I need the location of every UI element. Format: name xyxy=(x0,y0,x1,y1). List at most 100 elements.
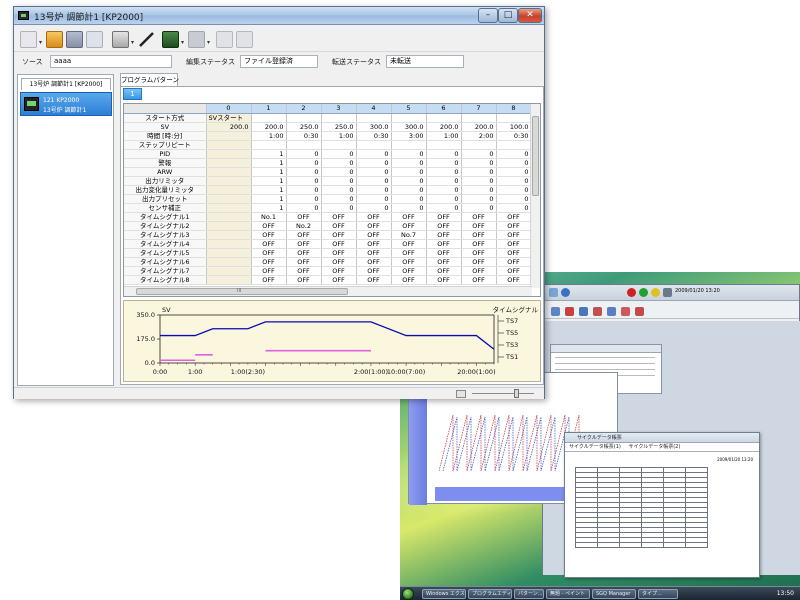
minimize-button[interactable]: – xyxy=(478,8,498,23)
table-cell[interactable]: 0 xyxy=(496,176,532,186)
table-cell[interactable]: 0 xyxy=(496,203,532,213)
print-icon[interactable] xyxy=(112,31,129,48)
taskbar-item[interactable]: Windows エクスプ... xyxy=(422,589,466,599)
row-header[interactable]: タイムシグナル1 xyxy=(124,212,207,222)
row-header[interactable]: 出力プリセット xyxy=(124,194,207,204)
zoom-slider-track[interactable] xyxy=(472,393,534,394)
table-cell[interactable]: OFF xyxy=(286,266,322,276)
table-cell[interactable]: 0 xyxy=(426,149,462,159)
table-cell[interactable]: 0 xyxy=(321,194,357,204)
table-cell[interactable]: 0 xyxy=(461,176,497,186)
table-cell[interactable]: 0 xyxy=(321,185,357,195)
scroll-thumb[interactable] xyxy=(532,116,539,196)
table-cell[interactable]: 0 xyxy=(461,194,497,204)
table-cell[interactable]: OFF xyxy=(426,266,462,276)
table-cell[interactable]: 0 xyxy=(356,185,392,195)
table-cell[interactable]: 0 xyxy=(286,203,322,213)
table-cell[interactable]: OFF xyxy=(251,275,287,285)
table-cell[interactable]: OFF xyxy=(321,248,357,258)
table-cell[interactable]: 300.0 xyxy=(356,122,392,132)
export-tool-icon[interactable] xyxy=(635,307,644,316)
table-cell[interactable] xyxy=(356,140,392,150)
table-cell[interactable]: No.1 xyxy=(251,212,287,222)
column-header-3[interactable]: 3 xyxy=(321,104,357,114)
row-header[interactable]: タイムシグナル8 xyxy=(124,275,207,285)
tab-report-2[interactable]: サイクルデータ帳票(2) xyxy=(628,444,680,450)
table-cell[interactable]: OFF xyxy=(461,212,497,222)
table-cell[interactable]: OFF xyxy=(496,266,532,276)
row-header[interactable]: タイムシグナル3 xyxy=(124,230,207,240)
table-cell[interactable]: OFF xyxy=(286,248,322,258)
table-cell[interactable]: SVスタート xyxy=(206,113,252,123)
row-header[interactable]: 時間 [時:分] xyxy=(124,131,207,141)
row-header[interactable]: ARW xyxy=(124,167,207,177)
table-cell[interactable]: OFF xyxy=(356,221,392,231)
table-cell[interactable]: No.7 xyxy=(391,230,427,240)
taskbar-item[interactable]: SGQ Manager xyxy=(592,589,636,599)
help-icon[interactable] xyxy=(561,288,570,297)
table-cell[interactable] xyxy=(391,140,427,150)
table-cell[interactable]: 0:30 xyxy=(356,131,392,141)
table-cell[interactable]: OFF xyxy=(426,239,462,249)
table-cell[interactable]: 0 xyxy=(356,167,392,177)
table-cell[interactable] xyxy=(251,113,287,123)
table-cell[interactable] xyxy=(286,113,322,123)
table-cell[interactable]: 250.0 xyxy=(286,122,322,132)
table-cell[interactable]: 0 xyxy=(426,176,462,186)
table-cell[interactable] xyxy=(206,149,252,159)
table-cell[interactable]: OFF xyxy=(321,221,357,231)
table-cell[interactable]: 1 xyxy=(251,149,287,159)
table-cell[interactable]: OFF xyxy=(461,275,497,285)
table-cell[interactable]: 0 xyxy=(391,149,427,159)
chevron-down-icon[interactable]: ▾ xyxy=(131,39,134,46)
table-cell[interactable]: 0 xyxy=(426,158,462,168)
row-header[interactable]: スタート方式 xyxy=(124,113,207,123)
table-cell[interactable]: 0 xyxy=(286,167,322,177)
table-cell[interactable]: 1:00 xyxy=(251,131,287,141)
table-tool-icon[interactable] xyxy=(579,307,588,316)
table-cell[interactable]: 1:00 xyxy=(426,131,462,141)
row-header[interactable]: タイムシグナル6 xyxy=(124,257,207,267)
tab-program-pattern[interactable]: プログラムパターン xyxy=(120,73,179,86)
table-cell[interactable]: OFF xyxy=(426,230,462,240)
table-cell[interactable] xyxy=(206,167,252,177)
fit-icon[interactable] xyxy=(456,390,466,398)
new-file-icon[interactable] xyxy=(20,31,37,48)
table-cell[interactable]: OFF xyxy=(496,230,532,240)
table-cell[interactable]: OFF xyxy=(461,230,497,240)
edit-icon[interactable] xyxy=(138,31,155,48)
table-cell[interactable]: OFF xyxy=(461,257,497,267)
data-tool-icon[interactable] xyxy=(607,307,616,316)
table-cell[interactable]: OFF xyxy=(286,230,322,240)
tab-device[interactable]: 13号炉 調節計1 [KP2000] xyxy=(21,78,111,90)
chart-tool-icon[interactable] xyxy=(565,307,574,316)
column-header-4[interactable]: 4 xyxy=(356,104,392,114)
title-bar[interactable]: 13号炉 調節計1 [KP2000] – □ ✕ xyxy=(14,7,544,25)
table-cell[interactable] xyxy=(321,113,357,123)
table-cell[interactable]: 0 xyxy=(356,194,392,204)
row-header[interactable]: SV xyxy=(124,122,207,132)
table-cell[interactable]: OFF xyxy=(496,275,532,285)
row-header[interactable]: 警報 xyxy=(124,158,207,168)
table-cell[interactable]: OFF xyxy=(356,230,392,240)
taskbar-clock[interactable]: 13:50 xyxy=(777,590,794,597)
table-cell[interactable]: OFF xyxy=(426,257,462,267)
row-header[interactable]: センサ補正 xyxy=(124,203,207,213)
column-header-0[interactable]: 0 xyxy=(206,104,252,114)
table-cell[interactable]: 0 xyxy=(391,167,427,177)
taskbar-item[interactable]: タイプ... xyxy=(638,589,678,599)
table-cell[interactable]: 0 xyxy=(321,167,357,177)
table-cell[interactable]: OFF xyxy=(286,239,322,249)
taskbar-item[interactable]: パターン... xyxy=(514,589,544,599)
table-cell[interactable]: OFF xyxy=(356,248,392,258)
scroll-thumb[interactable]: III xyxy=(136,288,348,295)
table-cell[interactable]: OFF xyxy=(391,221,427,231)
table-cell[interactable]: OFF xyxy=(426,248,462,258)
table-cell[interactable]: 200.0 xyxy=(426,122,462,132)
table-cell[interactable]: 0 xyxy=(286,185,322,195)
table-cell[interactable]: OFF xyxy=(426,221,462,231)
table-cell[interactable]: OFF xyxy=(496,239,532,249)
table-cell[interactable]: OFF xyxy=(356,212,392,222)
row-header[interactable]: タイムシグナル5 xyxy=(124,248,207,258)
table-cell[interactable]: 200.0 xyxy=(206,122,252,132)
